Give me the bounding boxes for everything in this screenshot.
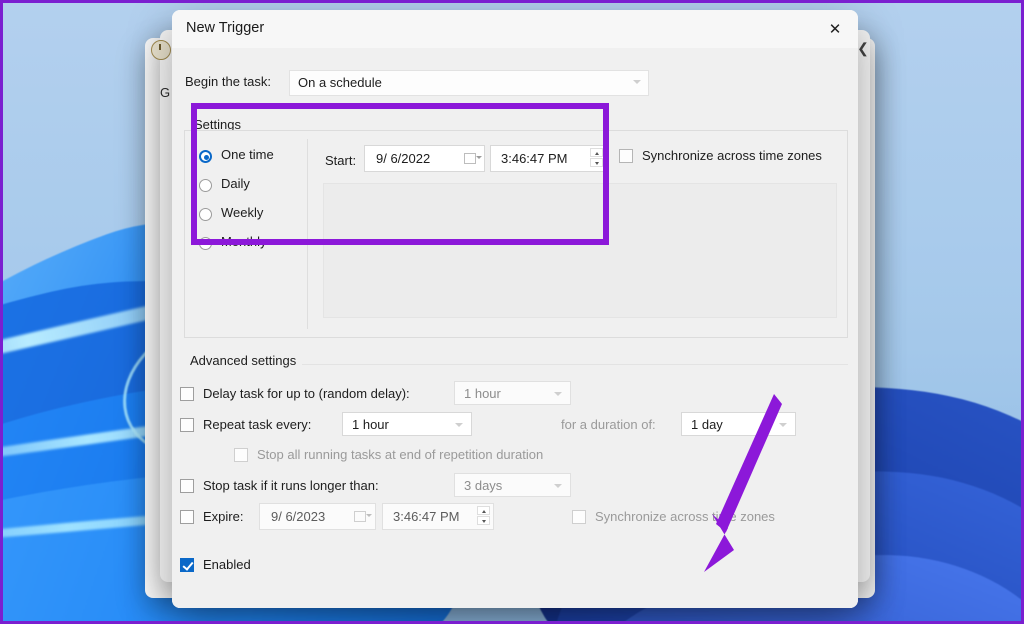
schedule-radio-group: One time Daily Weekly Monthly [193,145,303,261]
enabled-checkbox[interactable] [180,558,194,572]
expire-time-value: 3:46:47 PM [393,509,460,524]
dialog-titlebar: New Trigger ✕ [172,10,858,48]
radio-label: One time [221,147,274,162]
chevron-down-icon[interactable] [366,514,372,517]
stop-all-running-checkbox[interactable] [234,448,248,462]
duration-label: for a duration of: [561,417,656,432]
schedule-detail-panel [323,183,837,318]
stop-task-longer-select[interactable]: 3 days [454,473,571,497]
calendar-icon[interactable] [354,511,366,522]
spinner-up-icon[interactable] [477,506,490,515]
begin-task-row: Begin the task: On a schedule [185,70,845,96]
spinner-up-icon[interactable] [590,148,603,157]
radio-indicator [199,150,212,163]
dialog-button-row: OK Cancel [172,604,858,608]
repeat-task-select[interactable]: 1 hour [342,412,472,436]
repeat-task-label: Repeat task every: [203,417,312,432]
enabled-label: Enabled [203,557,251,572]
start-time-value: 3:46:47 PM [501,151,568,166]
chevron-down-icon [554,484,562,488]
chevron-down-icon [554,392,562,396]
stop-task-longer-value: 3 days [464,478,503,493]
radio-daily[interactable]: Daily [193,174,303,203]
settings-group: Settings One time Daily Weekly Monthly S… [184,117,848,338]
advanced-settings-legend: Advanced settings [190,353,297,368]
stop-task-longer-label: Stop task if it runs longer than: [203,478,379,493]
chevron-down-icon [633,80,641,84]
radio-label: Weekly [221,205,264,220]
start-time-spinner[interactable] [590,148,603,168]
chevron-down-icon [455,423,463,427]
sync-time-zones-bottom-checkbox[interactable] [572,510,586,524]
start-time-input[interactable]: 3:46:47 PM [490,145,607,172]
radio-monthly[interactable]: Monthly [193,232,303,261]
sync-time-zones-label: Synchronize across time zones [642,148,822,163]
repeat-task-value: 1 hour [352,417,389,432]
spinner-down-icon[interactable] [590,158,603,167]
expire-time-input[interactable]: 3:46:47 PM [382,503,494,530]
delay-task-checkbox[interactable] [180,387,194,401]
expire-date-value: 9/ 6/2023 [271,509,326,524]
radio-indicator [199,237,212,250]
sync-time-zones-checkbox[interactable] [619,149,633,163]
chevron-down-icon[interactable] [476,156,482,159]
chevron-down-icon [779,423,787,427]
radio-label: Monthly [221,234,267,249]
expire-checkbox[interactable] [180,510,194,524]
expire-time-spinner[interactable] [477,506,490,526]
delay-task-select[interactable]: 1 hour [454,381,571,405]
radio-indicator [199,179,212,192]
delay-task-value: 1 hour [464,386,501,401]
begin-task-value: On a schedule [298,75,382,90]
calendar-icon[interactable] [464,153,476,164]
duration-select[interactable]: 1 day [681,412,796,436]
begin-task-label: Begin the task: [185,74,271,89]
close-icon[interactable]: ✕ [812,10,858,48]
clock-icon [151,40,171,60]
radio-weekly[interactable]: Weekly [193,203,303,232]
radio-indicator [199,208,212,221]
begin-task-select[interactable]: On a schedule [289,70,649,96]
dialog-title: New Trigger [186,20,265,36]
stop-all-running-label: Stop all running tasks at end of repetit… [257,447,544,462]
advanced-settings-separator [302,364,848,365]
spinner-down-icon[interactable] [477,516,490,525]
sync-time-zones-bottom-label: Synchronize across time zones [595,509,775,524]
background-window-text: G [160,85,171,100]
dialog-body: Begin the task: On a schedule Settings O… [172,48,858,608]
new-trigger-dialog: New Trigger ✕ Begin the task: On a sched… [172,10,858,608]
settings-frame: One time Daily Weekly Monthly Start: 9/ … [184,130,848,338]
stop-task-longer-checkbox[interactable] [180,479,194,493]
radio-label: Daily [221,176,250,191]
expire-date-input[interactable]: 9/ 6/2023 [259,503,376,530]
start-label: Start: [325,153,357,168]
radio-one-time[interactable]: One time [193,145,303,174]
duration-value: 1 day [691,417,723,432]
start-date-value: 9/ 6/2022 [376,151,431,166]
repeat-task-checkbox[interactable] [180,418,194,432]
delay-task-label: Delay task for up to (random delay): [203,386,410,401]
expire-label: Expire: [203,509,244,524]
start-date-input[interactable]: 9/ 6/2022 [364,145,485,172]
vertical-divider [307,139,308,329]
